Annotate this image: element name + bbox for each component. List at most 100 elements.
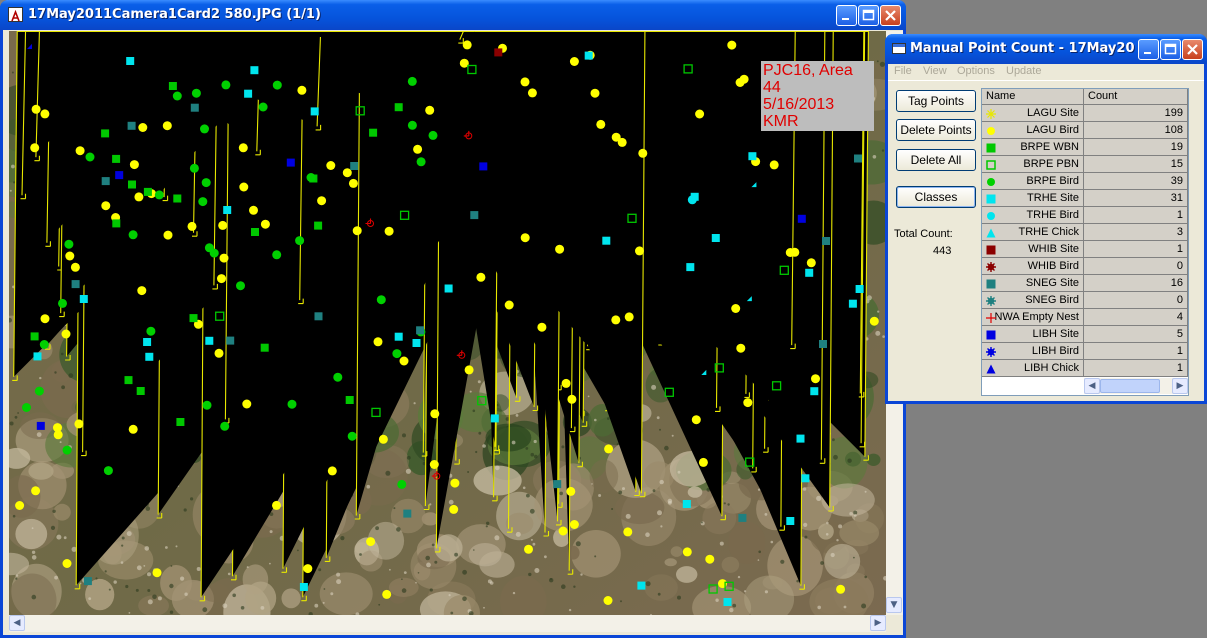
classes-button[interactable]: Classes: [896, 186, 976, 208]
class-count-cell[interactable]: 1: [1084, 343, 1188, 360]
class-count-cell[interactable]: 0: [1084, 292, 1188, 309]
tag-points-button[interactable]: Tag Points: [896, 90, 976, 112]
class-name-text: BRPE PBN: [1023, 158, 1079, 170]
class-name-text: WHIB Bird: [1027, 260, 1079, 272]
class-name-text: LIBH Site: [1032, 328, 1079, 340]
horizontal-scrollbar[interactable]: ◀ ▶: [9, 615, 886, 632]
class-count-cell[interactable]: 19: [1084, 139, 1188, 156]
image-annotation-label: PJC16, Area 44 5/16/2013 KMR: [761, 61, 874, 131]
class-name-cell[interactable]: TRHE Bird: [982, 207, 1084, 224]
class-name-cell[interactable]: BRPE WBN: [982, 139, 1084, 156]
annotation-line-site: PJC16, Area 44: [763, 62, 853, 96]
column-header-name[interactable]: Name: [982, 89, 1084, 105]
aerial-photo[interactable]: PJC16, Area 44 5/16/2013 KMR: [9, 31, 886, 615]
class-name-cell[interactable]: LIBH Site: [982, 326, 1084, 343]
menu-update[interactable]: Update: [1006, 65, 1041, 77]
class-name-text: TRHE Bird: [1026, 209, 1079, 221]
image-window-titlebar[interactable]: 17May2011Camera1Card2 580.JPG (1/1): [0, 0, 906, 30]
count-maximize-button[interactable]: [1160, 39, 1181, 60]
table-scroll-thumb[interactable]: [1100, 379, 1160, 393]
class-count-cell[interactable]: 199: [1084, 105, 1188, 122]
app-icon[interactable]: [8, 7, 23, 22]
class-count-cell[interactable]: 3: [1084, 224, 1188, 241]
total-count-label: Total Count:: [894, 228, 953, 240]
class-name-cell[interactable]: SNEG Site: [982, 275, 1084, 292]
class-name-text: LIBH Chick: [1023, 362, 1079, 374]
circle-icon: [986, 125, 996, 135]
class-name-text: SNEG Site: [1025, 277, 1079, 289]
scroll-left-button[interactable]: ◀: [9, 615, 25, 631]
count-window-titlebar[interactable]: Manual Point Count - 17May2011...: [885, 34, 1207, 64]
image-window: 17May2011Camera1Card2 580.JPG (1/1) PJC1…: [0, 0, 906, 638]
image-window-title: 17May2011Camera1Card2 580.JPG (1/1): [28, 7, 321, 22]
class-count-table[interactable]: Name Count LAGU Site 199 LAGU Bird 108 BRPE …: [981, 88, 1189, 396]
gear-icon: [986, 346, 996, 357]
square-icon: [986, 278, 996, 289]
minimize-button[interactable]: [836, 5, 857, 26]
count-minimize-button[interactable]: [1138, 39, 1159, 60]
total-count-value: 443: [933, 245, 952, 257]
class-count-cell[interactable]: 108: [1084, 122, 1188, 139]
star-icon: [986, 108, 996, 119]
class-name-text: BRPE Bird: [1026, 175, 1079, 187]
class-count-cell[interactable]: 15: [1084, 156, 1188, 173]
class-name-text: LAGU Site: [1027, 107, 1079, 119]
scroll-down-button[interactable]: ▼: [886, 597, 902, 613]
class-name-text: TRHE Chick: [1018, 226, 1079, 238]
window-app-icon[interactable]: [892, 43, 906, 54]
table-scroll-left-button[interactable]: ◀: [1084, 378, 1100, 394]
class-name-text: LAGU Bird: [1026, 124, 1079, 136]
gear-icon: [986, 295, 996, 306]
annotation-line-date: 5/16/2013: [763, 96, 835, 113]
maximize-button[interactable]: [858, 5, 879, 26]
class-name-text: WHIB Site: [1028, 243, 1079, 255]
class-name-cell[interactable]: TRHE Site: [982, 190, 1084, 207]
square-icon: [986, 244, 996, 255]
menu-file[interactable]: File: [894, 65, 912, 77]
class-count-cell[interactable]: 1: [1084, 241, 1188, 258]
annotation-line-initials: KMR: [763, 113, 799, 130]
circle-icon: [986, 210, 996, 220]
aerial-photo-canvas: [9, 31, 886, 615]
menu-view[interactable]: View: [923, 65, 947, 77]
crosshair-icon: [986, 312, 996, 323]
column-header-count[interactable]: Count: [1084, 89, 1188, 105]
triangle-icon: [986, 363, 996, 374]
count-close-button[interactable]: [1182, 39, 1203, 60]
table-horizontal-scrollbar[interactable]: ◀ ▶: [1084, 378, 1188, 394]
class-name-cell[interactable]: LAGU Site: [982, 105, 1084, 122]
class-count-cell[interactable]: 0: [1084, 258, 1188, 275]
class-name-cell[interactable]: SNEG Bird: [982, 292, 1084, 309]
class-count-cell[interactable]: 1: [1084, 360, 1188, 377]
class-name-cell[interactable]: TRHE Chick: [982, 224, 1084, 241]
circle-icon: [986, 176, 996, 186]
class-count-cell[interactable]: 31: [1084, 190, 1188, 207]
scroll-right-button[interactable]: ▶: [870, 615, 886, 631]
close-button[interactable]: [880, 5, 901, 26]
square-open-icon: [986, 159, 996, 170]
menu-options[interactable]: Options: [957, 65, 995, 77]
square-icon: [986, 193, 996, 204]
triangle-icon: [986, 227, 996, 238]
class-name-text: TRHE Site: [1027, 192, 1079, 204]
class-name-cell[interactable]: LIBH Chick: [982, 360, 1084, 377]
delete-all-button[interactable]: Delete All: [896, 149, 976, 171]
delete-points-button[interactable]: Delete Points: [896, 119, 976, 141]
class-name-cell[interactable]: NWA Empty Nest: [982, 309, 1084, 326]
class-count-cell[interactable]: 1: [1084, 207, 1188, 224]
class-name-cell[interactable]: WHIB Bird: [982, 258, 1084, 275]
class-count-cell[interactable]: 4: [1084, 309, 1188, 326]
class-count-cell[interactable]: 5: [1084, 326, 1188, 343]
menu-bar: File View Options Update: [888, 62, 1204, 81]
class-count-cell[interactable]: 39: [1084, 173, 1188, 190]
class-name-text: BRPE WBN: [1020, 141, 1079, 153]
class-count-cell[interactable]: 16: [1084, 275, 1188, 292]
class-name-cell[interactable]: BRPE Bird: [982, 173, 1084, 190]
point-count-window: Manual Point Count - 17May2011... File V…: [885, 34, 1207, 404]
class-name-cell[interactable]: WHIB Site: [982, 241, 1084, 258]
table-scroll-right-button[interactable]: ▶: [1172, 378, 1188, 394]
class-name-cell[interactable]: LIBH Bird: [982, 343, 1084, 360]
class-name-text: SNEG Bird: [1025, 294, 1079, 306]
class-name-cell[interactable]: BRPE PBN: [982, 156, 1084, 173]
class-name-cell[interactable]: LAGU Bird: [982, 122, 1084, 139]
